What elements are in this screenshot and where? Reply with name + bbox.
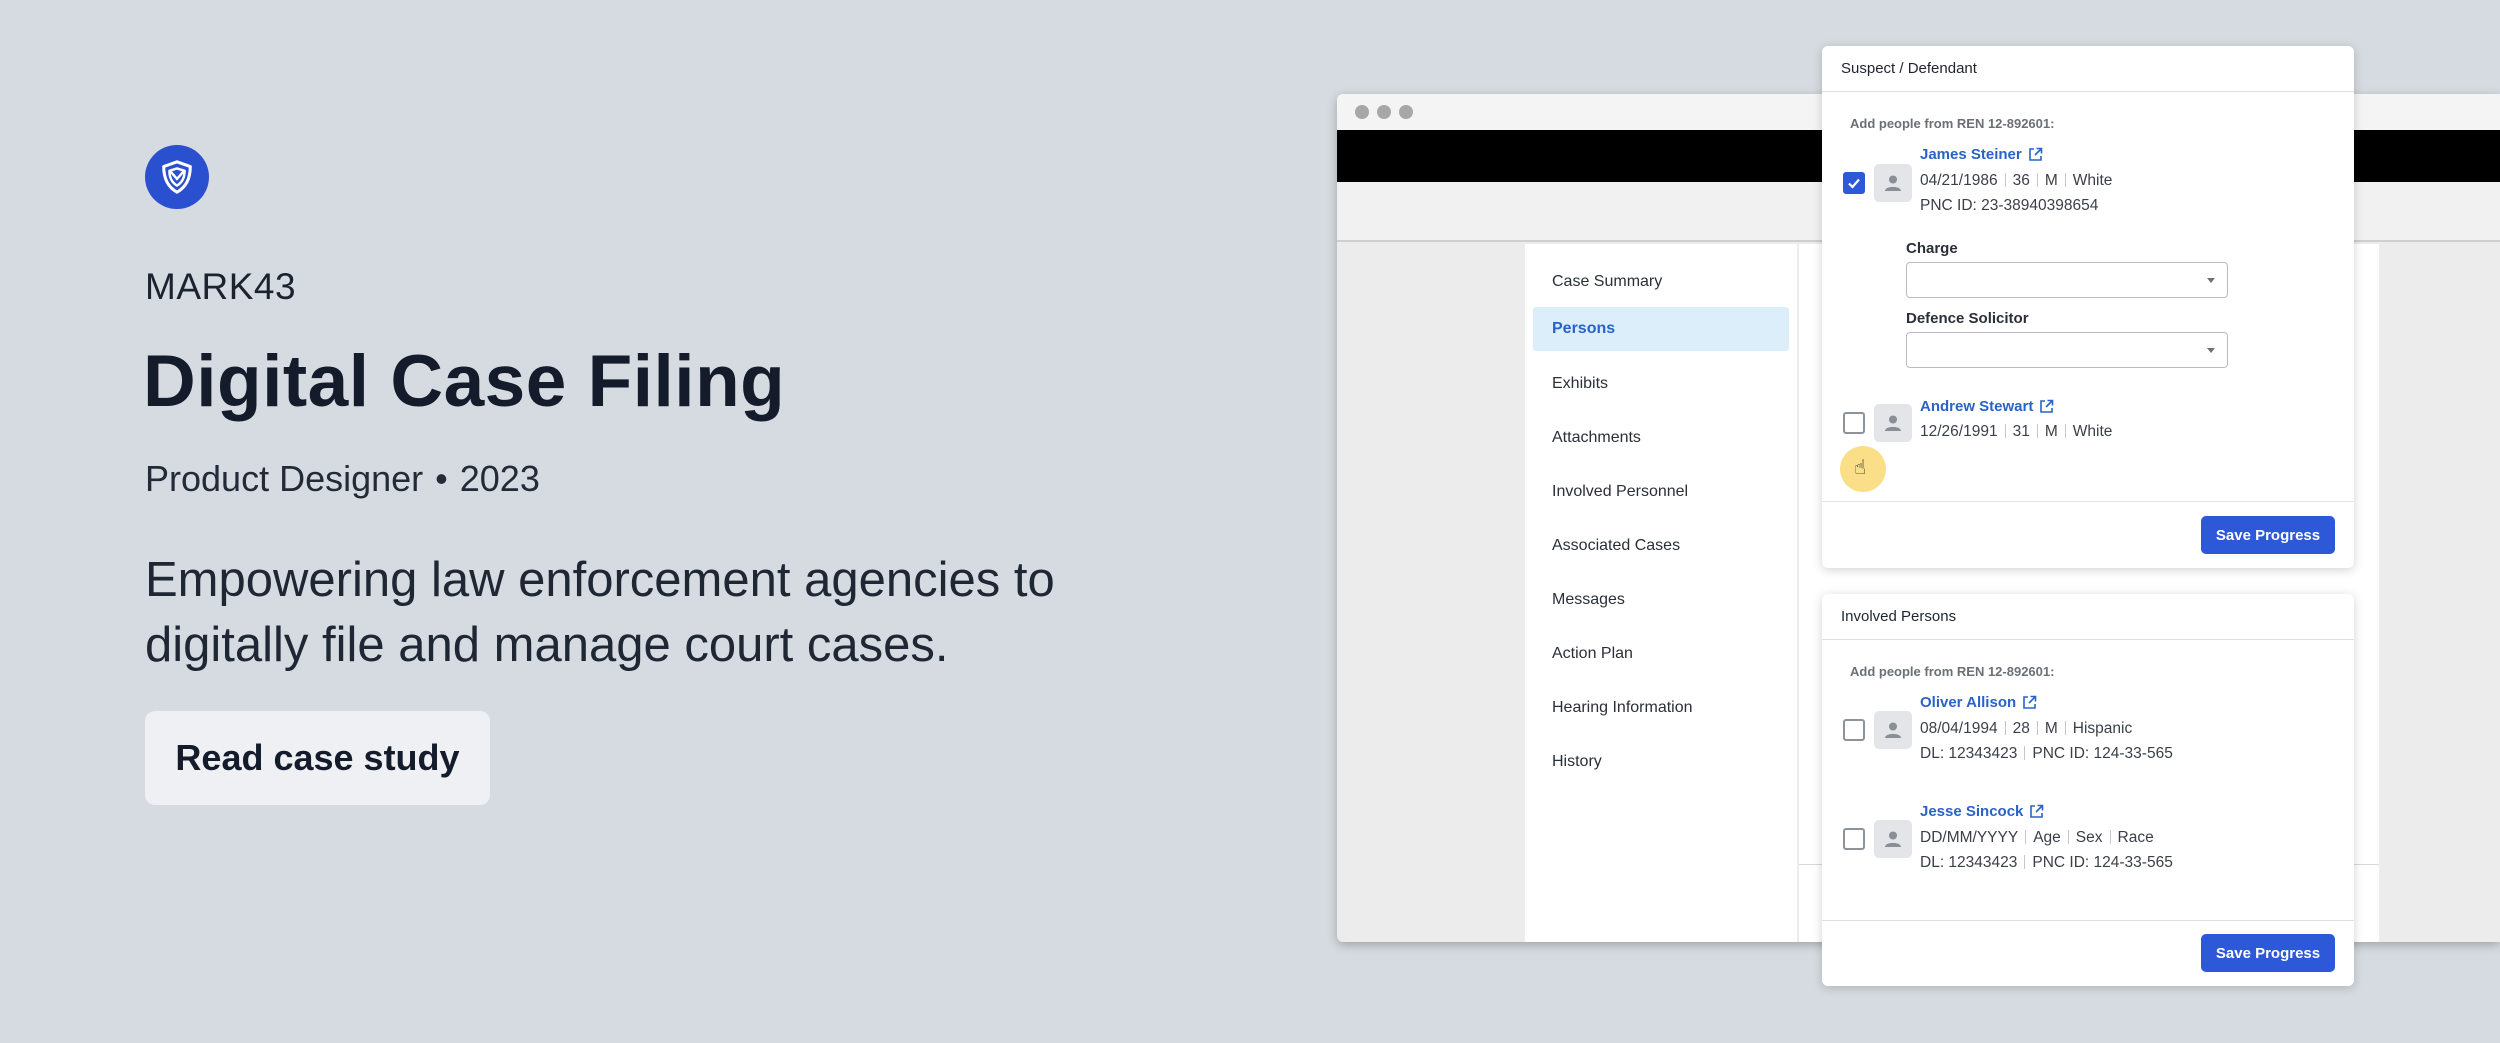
- year-label: 2023: [459, 458, 540, 499]
- dob: 08/04/1994: [1920, 720, 1998, 737]
- external-link-icon: [2040, 399, 2054, 413]
- charge-label: Charge: [1906, 240, 1958, 257]
- person-checkbox[interactable]: [1843, 719, 1865, 741]
- card-title: Involved Persons: [1822, 594, 2354, 640]
- page-title: Digital Case Filing: [143, 341, 786, 422]
- shield-logo-icon: [162, 160, 192, 194]
- driver-license: DL: 12343423: [1920, 745, 2018, 762]
- person-demographics: 04/21/1986 36 M White: [1920, 172, 2112, 190]
- pnc-id: PNC ID: 124-33-565: [2032, 745, 2173, 762]
- person-id: PNC ID: 23-38940398654: [1920, 197, 2099, 214]
- person-name-link[interactable]: Andrew Stewart: [1920, 398, 2054, 415]
- person-icon: [1885, 722, 1901, 738]
- age: 31: [2012, 423, 2030, 440]
- hand-pointer-icon: ☝: [1854, 457, 1867, 479]
- card-subheading: Add people from REN 12-892601:: [1850, 664, 2055, 679]
- role-label: Product Designer: [145, 458, 424, 499]
- sidenav-item-attachments[interactable]: Attachments: [1525, 416, 1797, 460]
- sex: M: [2044, 423, 2058, 440]
- suspect-defendant-card: Suspect / Defendant Add people from REN …: [1822, 46, 2354, 568]
- brand-name: MARK43: [145, 266, 297, 307]
- avatar: [1874, 820, 1912, 858]
- person-name: James Steiner: [1920, 146, 2022, 163]
- sidenav-item-associated-cases[interactable]: Associated Cases: [1525, 524, 1797, 568]
- person-checkbox[interactable]: [1843, 412, 1865, 434]
- defence-solicitor-label: Defence Solicitor: [1906, 310, 2029, 327]
- sidenav-item-case-summary[interactable]: Case Summary: [1525, 260, 1797, 304]
- person-ids: DL: 12343423 PNC ID: 124-33-565: [1920, 854, 2173, 872]
- person-icon: [1885, 415, 1901, 431]
- dob: 12/26/1991: [1920, 423, 1998, 440]
- sidenav-item-messages[interactable]: Messages: [1525, 578, 1797, 622]
- sidenav-item-involved-personnel[interactable]: Involved Personnel: [1525, 470, 1797, 514]
- person-demographics: DD/MM/YYYY Age Sex Race: [1920, 829, 2154, 847]
- sidenav-item-history[interactable]: History: [1525, 740, 1797, 784]
- person-name: Andrew Stewart: [1920, 398, 2034, 415]
- check-icon: [1848, 178, 1860, 189]
- race: White: [2072, 172, 2113, 189]
- sidenav-item-exhibits[interactable]: Exhibits: [1525, 362, 1797, 406]
- person-checkbox[interactable]: [1843, 172, 1865, 194]
- external-link-icon: [2023, 695, 2037, 709]
- window-dot-icon: [1355, 105, 1369, 119]
- avatar: [1874, 164, 1912, 202]
- save-progress-button[interactable]: Save Progress: [2201, 934, 2335, 972]
- person-icon: [1885, 831, 1901, 847]
- case-sidenav: Case Summary Persons Exhibits Attachment…: [1525, 244, 1797, 942]
- sidenav-item-action-plan[interactable]: Action Plan: [1525, 632, 1797, 676]
- save-progress-button[interactable]: Save Progress: [2201, 516, 2335, 554]
- sex: M: [2044, 720, 2058, 737]
- person-name-link[interactable]: Jesse Sincock: [1920, 803, 2044, 820]
- person-name-link[interactable]: Oliver Allison: [1920, 694, 2037, 711]
- description: Empowering law enforcement agencies to d…: [145, 553, 1055, 672]
- driver-license: DL: 12343423: [1920, 854, 2018, 871]
- role-line: Product Designer • 2023: [145, 458, 540, 500]
- race: White: [2072, 423, 2113, 440]
- pnc-id: PNC ID: 124-33-565: [2032, 854, 2173, 871]
- person-checkbox[interactable]: [1843, 828, 1865, 850]
- card-footer-divider: [1822, 920, 2354, 921]
- age: 28: [2012, 720, 2030, 737]
- avatar: [1874, 711, 1912, 749]
- external-link-icon: [2030, 804, 2044, 818]
- card-title: Suspect / Defendant: [1822, 46, 2354, 92]
- read-case-study-button[interactable]: Read case study: [145, 711, 490, 805]
- involved-persons-card: Involved Persons Add people from REN 12-…: [1822, 594, 2354, 986]
- defence-solicitor-select[interactable]: [1906, 332, 2228, 368]
- card-footer-divider: [1822, 501, 2354, 502]
- person-name: Jesse Sincock: [1920, 803, 2024, 820]
- person-icon: [1885, 175, 1901, 191]
- charge-select[interactable]: [1906, 262, 2228, 298]
- dob: 04/21/1986: [1920, 172, 1998, 189]
- card-subheading: Add people from REN 12-892601:: [1850, 116, 2055, 131]
- age: Age: [2033, 829, 2061, 846]
- person-demographics: 12/26/1991 31 M White: [1920, 423, 2112, 441]
- race: Hispanic: [2072, 720, 2133, 737]
- avatar: [1874, 404, 1912, 442]
- separator-dot: •: [435, 458, 448, 499]
- person-ids: DL: 12343423 PNC ID: 124-33-565: [1920, 745, 2173, 763]
- person-demographics: 08/04/1994 28 M Hispanic: [1920, 720, 2132, 738]
- age: 36: [2012, 172, 2030, 189]
- sidenav-item-persons[interactable]: Persons: [1533, 307, 1789, 351]
- race: Race: [2117, 829, 2154, 846]
- mark43-logo: [145, 145, 209, 209]
- sidenav-item-hearing-information[interactable]: Hearing Information: [1525, 686, 1797, 730]
- chevron-down-icon: [2207, 278, 2215, 283]
- window-dot-icon: [1399, 105, 1413, 119]
- external-link-icon: [2028, 147, 2043, 161]
- sex: Sex: [2075, 829, 2103, 846]
- person-name: Oliver Allison: [1920, 694, 2017, 711]
- person-name-link[interactable]: James Steiner: [1920, 146, 2043, 163]
- window-dot-icon: [1377, 105, 1391, 119]
- dob: DD/MM/YYYY: [1920, 829, 2019, 846]
- sex: M: [2044, 172, 2058, 189]
- chevron-down-icon: [2207, 348, 2215, 353]
